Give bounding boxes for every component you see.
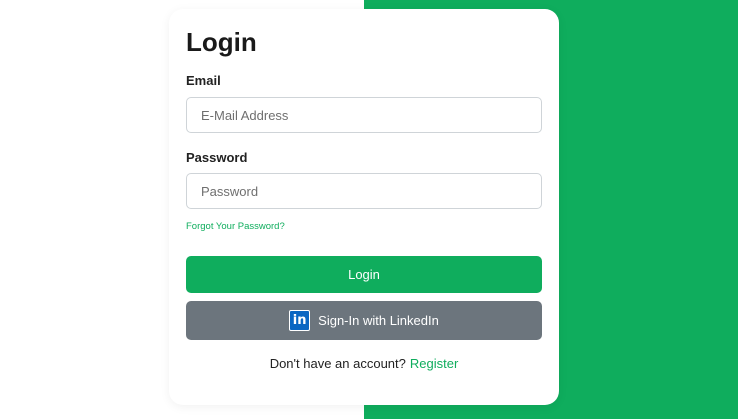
- password-field[interactable]: [186, 173, 542, 209]
- forgot-password-link[interactable]: Forgot Your Password?: [186, 221, 285, 232]
- register-prompt: Don't have an account? Register: [169, 356, 559, 371]
- linkedin-signin-button[interactable]: in Sign-In with LinkedIn: [186, 301, 542, 340]
- register-prompt-text: Don't have an account?: [269, 356, 406, 371]
- register-link[interactable]: Register: [410, 356, 458, 371]
- email-label: Email: [186, 73, 221, 88]
- password-label: Password: [186, 150, 248, 165]
- login-card: Login Email Password Forgot Your Passwor…: [169, 9, 559, 405]
- linkedin-icon: in: [289, 310, 311, 331]
- page-title: Login: [186, 27, 257, 57]
- email-field[interactable]: [186, 97, 542, 133]
- linkedin-button-label: Sign-In with LinkedIn: [318, 313, 439, 328]
- login-button-label: Login: [348, 267, 380, 282]
- login-button[interactable]: Login: [186, 256, 542, 293]
